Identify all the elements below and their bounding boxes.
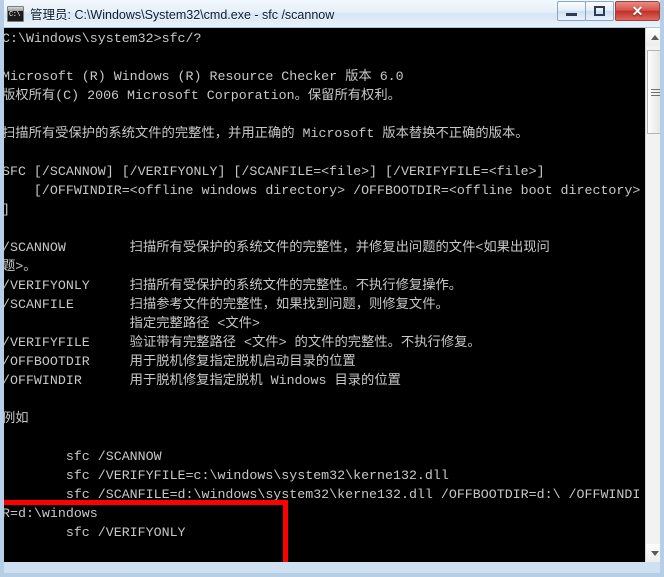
console-line: /SCANFILE 扫描参考文件的完整性，如果找到问题，则修复文件。	[2, 297, 449, 312]
console-line: 题>。	[2, 259, 37, 274]
console-line: /OFFWINDIR 用于脱机修复指定脱机 Windows 目录的位置	[2, 373, 401, 388]
console-line: C:\Windows\system32>sfc /scannow	[4, 561, 645, 562]
console-line: C:\Windows\system32>sfc/?	[2, 31, 202, 46]
cmd-console-icon[interactable]	[7, 5, 24, 22]
console-line: 指定完整路径 <文件>	[2, 316, 260, 331]
console-output-area[interactable]: C:\Windows\system32>sfc/? Microsoft (R) W…	[2, 28, 645, 562]
scroll-up-button[interactable]	[646, 28, 660, 46]
console-line: /SCANNOW 扫描所有受保护的系统文件的完整性，并修复出问题的文件<如果出现…	[2, 240, 550, 255]
grip-icon	[650, 88, 660, 96]
minimize-button[interactable]	[557, 1, 586, 21]
console-line: 例如	[2, 411, 29, 426]
chevron-up-icon	[651, 34, 659, 40]
title-bar[interactable]: 管理员: C:\Windows\System32\cmd.exe - sfc /…	[4, 0, 660, 28]
scroll-down-button[interactable]	[646, 544, 660, 562]
console-line: SFC [/SCANNOW] [/VERIFYONLY] [/SCANFILE=…	[2, 164, 545, 179]
console-line: /OFFBOOTDIR 用于脱机修复指定脱机启动目录的位置	[2, 354, 356, 369]
console-line: 版权所有(C) 2006 Microsoft Corporation。保留所有权…	[2, 88, 401, 103]
close-button[interactable]: ✕	[615, 1, 660, 21]
chevron-down-icon	[651, 550, 659, 556]
maximize-button[interactable]	[585, 1, 614, 21]
maximize-icon	[594, 6, 605, 16]
console-scrollbar[interactable]	[645, 28, 660, 562]
console-line: R=d:\windows	[2, 506, 98, 521]
scrollbar-thumb[interactable]	[647, 50, 660, 134]
console-line: /VERIFYONLY 扫描所有受保护的系统文件的完整性。不执行修复操作。	[2, 278, 463, 293]
console-line: sfc /VERIFYFILE=c:\windows\system32\kern…	[2, 468, 449, 483]
minimize-icon	[566, 12, 577, 16]
console-line: sfc /SCANFILE=d:\windows\system32\kerne1…	[2, 487, 641, 502]
close-icon: ✕	[631, 3, 644, 19]
console-line: Microsoft (R) Windows (R) Resource Check…	[2, 69, 404, 84]
window-title: 管理员: C:\Windows\System32\cmd.exe - sfc /…	[30, 8, 335, 22]
window-controls: ✕	[557, 1, 660, 21]
console-line: sfc /SCANNOW	[2, 449, 162, 464]
console-text: C:\Windows\system32>sfc/? Microsoft (R) W…	[2, 29, 645, 562]
console-line: sfc /VERIFYONLY	[2, 525, 186, 540]
cmd-window: 管理员: C:\Windows\System32\cmd.exe - sfc /…	[0, 0, 664, 577]
title-bar-left: 管理员: C:\Windows\System32\cmd.exe - sfc /…	[7, 4, 334, 23]
console-line: [/OFFWINDIR=<offline windows directory> …	[2, 183, 641, 198]
console-line: /VERIFYFILE 验证带有完整路径 <文件> 的文件的完整性。不执行修复。	[2, 335, 481, 350]
console-line: ]	[2, 202, 10, 217]
console-line: 扫描所有受保护的系统文件的完整性，并用正确的 Microsoft 版本替换不正确…	[2, 126, 529, 141]
